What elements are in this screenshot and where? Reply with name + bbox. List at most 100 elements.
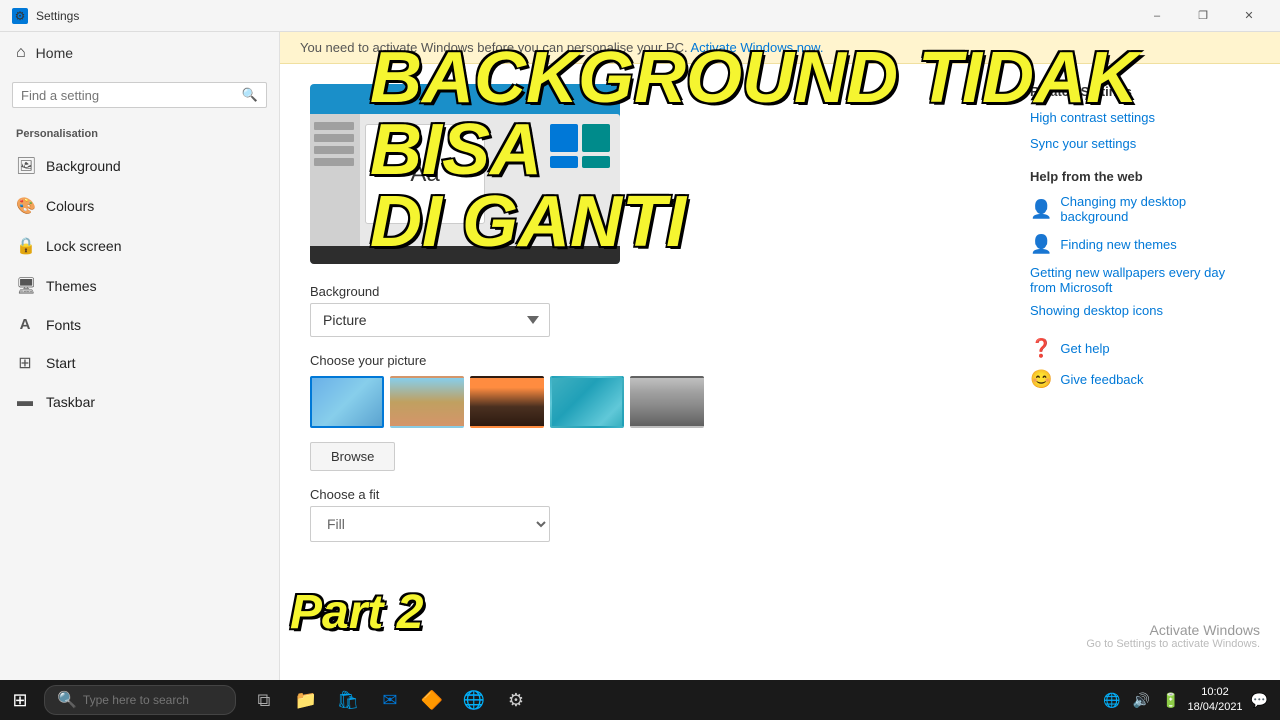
get-help-row: ❓ Get help <box>1030 338 1250 359</box>
getting-wallpapers-link[interactable]: Getting new wallpapers every day from Mi… <box>1030 265 1250 295</box>
preview-sidebar-item <box>314 122 354 130</box>
taskbar: ⊞ 🔍 ⧉ 📁 🛍 ✉ 🔶 🌐 ⚙ 🌐 🔊 🔋 10:02 18/04/2021… <box>0 680 1280 720</box>
picture-grid <box>310 376 1000 428</box>
home-label: Home <box>36 45 73 61</box>
right-panel: Related Settings High contrast settings … <box>1030 84 1250 542</box>
preview-aa-text: Aa <box>410 160 439 188</box>
sidebar-item-background[interactable]: 🖼 Background <box>0 146 279 186</box>
picture-thumb-5[interactable] <box>630 376 704 428</box>
fit-dropdown[interactable]: Fill Fit Stretch Tile Centre Span <box>310 506 550 542</box>
choose-picture-label: Choose your picture <box>310 353 1000 368</box>
lock-icon: 🔒 <box>16 236 34 256</box>
content-area: Aa Background Pict <box>280 64 1280 562</box>
title-bar: ⚙ Settings – ❐ ✕ <box>0 0 1280 32</box>
file-explorer-btn[interactable]: 📁 <box>286 680 326 720</box>
window-controls: – ❐ ✕ <box>1134 0 1272 32</box>
sidebar-item-themes-label: Themes <box>46 278 97 294</box>
preview-sidebar-item <box>314 146 354 154</box>
sidebar-item-fonts[interactable]: A Fonts <box>0 306 279 343</box>
main-content: BACKGROUND TIDAK BISA DI GANTI Part 2 Yo… <box>280 32 1280 680</box>
help-icon-1: 👤 <box>1030 199 1052 220</box>
taskbar-right: 🌐 🔊 🔋 10:02 18/04/2021 💬 <box>1099 685 1280 716</box>
start-button[interactable]: ⊞ <box>0 680 40 720</box>
sync-settings-link[interactable]: Sync your settings <box>1030 135 1250 153</box>
mail-btn[interactable]: ✉ <box>370 680 410 720</box>
vlc-btn[interactable]: 🔶 <box>412 680 452 720</box>
picture-thumb-4[interactable] <box>550 376 624 428</box>
minimize-button[interactable]: – <box>1134 0 1180 32</box>
notification-icon[interactable]: 💬 <box>1247 690 1272 711</box>
preview-window: Aa <box>365 124 485 224</box>
help-link-row-4: Showing desktop icons <box>1030 303 1250 318</box>
preview-tile <box>550 124 578 152</box>
high-contrast-link[interactable]: High contrast settings <box>1030 109 1250 127</box>
title-bar-left: ⚙ Settings <box>12 8 79 24</box>
taskbar-search-box[interactable]: 🔍 <box>44 685 236 715</box>
home-icon: ⌂ <box>16 44 26 62</box>
sidebar-item-start-label: Start <box>46 355 76 371</box>
close-button[interactable]: ✕ <box>1226 0 1272 32</box>
taskbar-search-input[interactable] <box>83 693 223 707</box>
search-button[interactable]: 🔍 <box>242 87 258 103</box>
window-title: Settings <box>36 9 79 23</box>
activate-windows-title: Activate Windows <box>1086 622 1260 638</box>
get-help-link[interactable]: Get help <box>1060 341 1109 356</box>
browse-button[interactable]: Browse <box>310 442 395 471</box>
volume-icon[interactable]: 🔊 <box>1129 690 1154 711</box>
sidebar-item-themes[interactable]: 🖥 Themes <box>0 266 279 306</box>
activate-link[interactable]: Activate Windows now. <box>691 40 824 55</box>
picture-thumb-3[interactable] <box>470 376 544 428</box>
sidebar-item-background-label: Background <box>46 158 121 174</box>
taskbar-clock[interactable]: 10:02 18/04/2021 <box>1188 685 1243 716</box>
picture-thumb-1[interactable] <box>310 376 384 428</box>
background-dropdown[interactable]: Picture Colour Slideshow <box>310 303 550 337</box>
app-body: ⌂ Home 🔍 Personalisation 🖼 Background 🎨 … <box>0 32 1280 680</box>
search-input[interactable] <box>21 88 242 103</box>
give-feedback-link[interactable]: Give feedback <box>1060 372 1143 387</box>
preview-sidebar <box>310 114 360 264</box>
network-icon[interactable]: 🌐 <box>1099 690 1124 711</box>
activate-windows-subtitle: Go to Settings to activate Windows. <box>1086 638 1260 650</box>
sidebar-item-taskbar-label: Taskbar <box>46 394 95 410</box>
settings-app-icon: ⚙ <box>12 8 28 24</box>
sidebar-item-lock-label: Lock screen <box>46 238 121 254</box>
showing-icons-link[interactable]: Showing desktop icons <box>1030 303 1163 318</box>
search-box[interactable]: 🔍 <box>12 82 267 108</box>
battery-icon[interactable]: 🔋 <box>1158 690 1183 711</box>
date-display: 18/04/2021 <box>1188 700 1243 715</box>
get-help-icon: ❓ <box>1030 338 1052 359</box>
preview-tiles <box>550 124 610 168</box>
start-icon: ⊞ <box>16 353 34 373</box>
warning-banner: You need to activate Windows before you … <box>280 32 1280 64</box>
preview-tile-teal <box>582 124 610 152</box>
sidebar-item-taskbar[interactable]: ▬ Taskbar <box>0 383 279 421</box>
changing-background-link[interactable]: Changing my desktop background <box>1060 194 1250 224</box>
sidebar-item-colours-label: Colours <box>46 198 94 214</box>
picture-thumb-2[interactable] <box>390 376 464 428</box>
feedback-icon: 😊 <box>1030 369 1052 390</box>
sidebar: ⌂ Home 🔍 Personalisation 🖼 Background 🎨 … <box>0 32 280 680</box>
main-panel: Aa Background Pict <box>310 84 1000 542</box>
themes-icon: 🖥 <box>16 276 34 296</box>
background-icon: 🖼 <box>16 156 34 176</box>
preview-inner: Aa <box>310 114 620 264</box>
maximize-button[interactable]: ❐ <box>1180 0 1226 32</box>
part2-text: Part 2 <box>290 585 423 640</box>
sidebar-section-label: Personalisation <box>0 116 279 146</box>
preview-sidebar-item <box>314 134 354 142</box>
preview-tile <box>550 156 578 168</box>
taskbar-preview <box>310 246 620 264</box>
sidebar-item-start[interactable]: ⊞ Start <box>0 343 279 383</box>
help-link-row-2: 👤 Finding new themes <box>1030 234 1250 255</box>
part2-overlay: Part 2 <box>290 585 423 640</box>
sidebar-item-lock-screen[interactable]: 🔒 Lock screen <box>0 226 279 266</box>
finding-themes-link[interactable]: Finding new themes <box>1060 237 1176 252</box>
microsoft-store-btn[interactable]: 🛍 <box>328 680 368 720</box>
sidebar-item-colours[interactable]: 🎨 Colours <box>0 186 279 226</box>
theme-preview: Aa <box>310 84 620 264</box>
settings-btn[interactable]: ⚙ <box>496 680 536 720</box>
task-view-btn[interactable]: ⧉ <box>244 680 284 720</box>
chrome-btn[interactable]: 🌐 <box>454 680 494 720</box>
sidebar-home[interactable]: ⌂ Home <box>0 32 279 74</box>
preview-sidebar-item <box>314 158 354 166</box>
